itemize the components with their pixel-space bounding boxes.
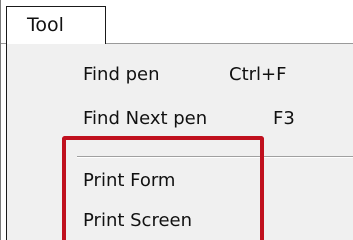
menu-separator-highlight (77, 157, 353, 158)
tool-dropdown-menu: Find pen Ctrl+F Find Next pen F3 Print F… (6, 44, 353, 240)
menu-bar: Tool (0, 0, 353, 45)
menu-item-label: Find pen (83, 64, 160, 85)
menu-item-print-screen[interactable]: Print Screen (7, 204, 353, 238)
menu-item-shortcut: F3 (273, 108, 295, 129)
menu-item-label: Print Screen (83, 210, 193, 231)
menu-item-find-pen[interactable]: Find pen Ctrl+F (7, 58, 353, 92)
menu-item-label: Find Next pen (83, 108, 208, 129)
menu-item-label: Print Form (83, 170, 176, 191)
menu-item-shortcut: Ctrl+F (229, 64, 287, 85)
menu-tool[interactable]: Tool (6, 6, 106, 45)
screenshot-stage: Tool Find pen Ctrl+F Find Next pen F3 Pr… (0, 0, 353, 240)
menu-item-print-form[interactable]: Print Form (7, 164, 353, 198)
window-left-edge (0, 0, 1, 240)
menu-item-find-next-pen[interactable]: Find Next pen F3 (7, 102, 353, 136)
